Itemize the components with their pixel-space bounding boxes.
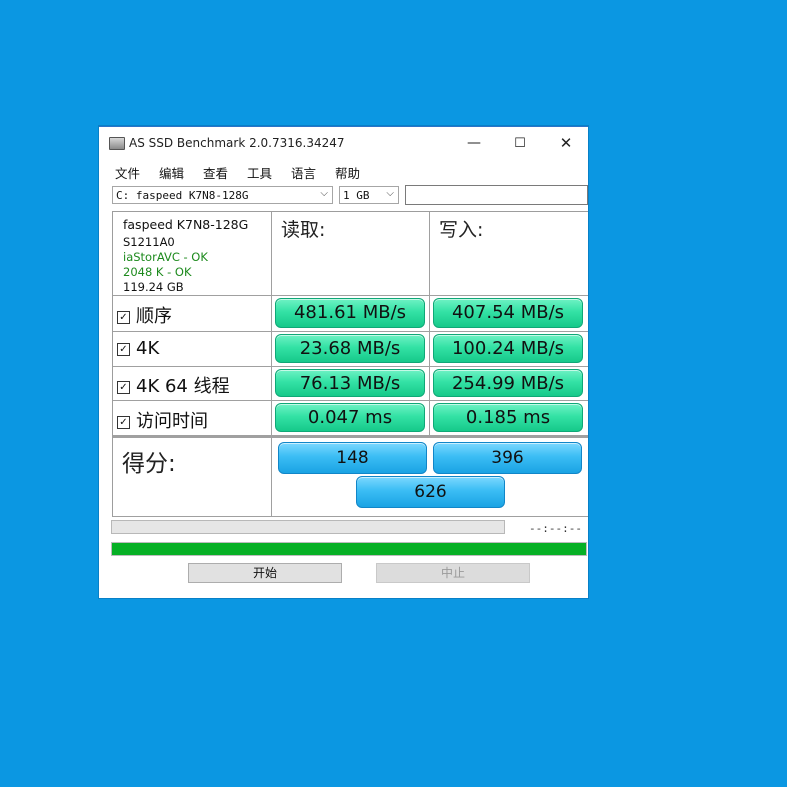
size-select[interactable]: 1 GB ⌵ xyxy=(339,186,399,204)
driver-status: iaStorAVC - OK xyxy=(123,250,208,264)
app-window: AS SSD Benchmark 2.0.7316.34247 — ☐ ✕ 文件… xyxy=(99,126,588,598)
access-checkbox[interactable]: ✓ xyxy=(117,416,130,429)
4k-read-result: 23.68 MB/s xyxy=(275,334,425,363)
notes-input[interactable] xyxy=(405,185,588,205)
drive-select-value: C: faspeed K7N8-128G xyxy=(116,189,249,202)
seq-checkbox[interactable]: ✓ xyxy=(117,311,130,324)
score-write: 396 xyxy=(433,442,582,474)
score-panel: 148 396 626 xyxy=(272,436,588,517)
size-select-value: 1 GB xyxy=(343,189,370,202)
menu-language[interactable]: 语言 xyxy=(291,163,316,182)
status-progress-fill xyxy=(112,543,586,555)
menu-file[interactable]: 文件 xyxy=(115,163,140,182)
4k-label: 4K xyxy=(136,338,160,359)
access-read-result: 0.047 ms xyxy=(275,403,425,432)
close-button[interactable]: ✕ xyxy=(543,127,588,160)
status-progress-bar xyxy=(111,542,587,556)
drive-firmware: S1211A0 xyxy=(123,235,175,249)
chevron-down-icon: ⌵ xyxy=(320,188,328,199)
write-header-cell: 写入: xyxy=(430,212,588,296)
elapsed-time: --:--:-- xyxy=(529,522,582,535)
4k-write-result: 100.24 MB/s xyxy=(433,334,583,363)
menu-bar: 文件 编辑 查看 工具 语言 帮助 xyxy=(99,160,588,182)
4k64-label: 4K 64 线程 xyxy=(136,376,230,397)
menu-view[interactable]: 查看 xyxy=(203,163,228,182)
test-row-4k64[interactable]: ✓ 4K 64 线程 xyxy=(113,367,272,401)
menu-help[interactable]: 帮助 xyxy=(335,163,360,182)
seq-read-result: 481.61 MB/s xyxy=(275,298,425,328)
4k64-write-result: 254.99 MB/s xyxy=(433,369,583,397)
abort-button[interactable]: 中止 xyxy=(376,563,530,583)
start-button[interactable]: 开始 xyxy=(188,563,342,583)
drive-capacity: 119.24 GB xyxy=(123,280,184,294)
drive-select[interactable]: C: faspeed K7N8-128G ⌵ xyxy=(112,186,333,204)
access-label: 访问时间 xyxy=(136,411,208,432)
score-label-cell: 得分: xyxy=(113,436,272,517)
4k64-checkbox[interactable]: ✓ xyxy=(117,381,130,394)
4k-checkbox[interactable]: ✓ xyxy=(117,343,130,356)
read-header: 读取: xyxy=(281,219,326,241)
seq-write-result: 407.54 MB/s xyxy=(433,298,583,328)
test-progress-bar xyxy=(111,520,505,534)
seq-label: 顺序 xyxy=(136,306,172,327)
chevron-down-icon: ⌵ xyxy=(386,188,394,199)
access-write-result: 0.185 ms xyxy=(433,403,583,432)
score-label: 得分: xyxy=(122,451,176,477)
score-read: 148 xyxy=(278,442,427,474)
drive-model: faspeed K7N8-128G xyxy=(123,217,249,232)
drive-info-panel: faspeed K7N8-128G S1211A0 iaStorAVC - OK… xyxy=(113,212,272,296)
read-header-cell: 读取: xyxy=(272,212,430,296)
test-row-access[interactable]: ✓ 访问时间 xyxy=(113,401,272,436)
score-total: 626 xyxy=(356,476,505,508)
4k64-read-result: 76.13 MB/s xyxy=(275,369,425,397)
menu-tools[interactable]: 工具 xyxy=(247,163,272,182)
maximize-button[interactable]: ☐ xyxy=(497,127,543,160)
title-bar[interactable]: AS SSD Benchmark 2.0.7316.34247 — ☐ ✕ xyxy=(99,127,588,160)
alignment-status: 2048 K - OK xyxy=(123,265,192,279)
drive-icon xyxy=(109,137,125,150)
results-grid: faspeed K7N8-128G S1211A0 iaStorAVC - OK… xyxy=(112,211,588,517)
menu-edit[interactable]: 编辑 xyxy=(159,163,184,182)
window-title: AS SSD Benchmark 2.0.7316.34247 xyxy=(129,136,345,150)
test-row-4k[interactable]: ✓ 4K xyxy=(113,332,272,367)
test-row-seq[interactable]: ✓ 顺序 xyxy=(113,296,272,332)
minimize-button[interactable]: — xyxy=(451,127,497,160)
write-header: 写入: xyxy=(439,219,484,241)
